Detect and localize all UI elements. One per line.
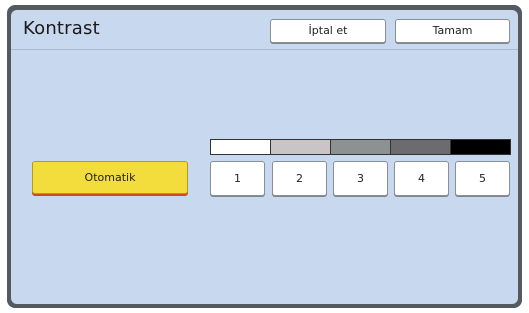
contrast-level-4-button[interactable]: 4 [394, 161, 449, 196]
cancel-button[interactable]: İptal et [270, 19, 386, 43]
contrast-level-3-button[interactable]: 3 [333, 161, 388, 196]
contrast-level-2-button[interactable]: 2 [272, 161, 327, 196]
contrast-level-5-button[interactable]: 5 [455, 161, 510, 196]
contrast-scale-swatch-2 [270, 139, 330, 155]
auto-contrast-button[interactable]: Otomatik [32, 161, 188, 194]
ok-button[interactable]: Tamam [395, 19, 510, 43]
dialog-header: Kontrast İptal et Tamam [11, 10, 518, 50]
page-title: Kontrast [23, 18, 100, 39]
contrast-level-1-button[interactable]: 1 [210, 161, 265, 196]
contrast-scale-swatch-4 [390, 139, 450, 155]
contrast-scale-swatch-1 [210, 139, 270, 155]
contrast-scale-swatch-5 [450, 139, 511, 155]
contrast-scale-swatch-3 [330, 139, 390, 155]
contrast-dialog: Kontrast İptal et Tamam Otomatik 1 2 3 4… [11, 10, 518, 304]
